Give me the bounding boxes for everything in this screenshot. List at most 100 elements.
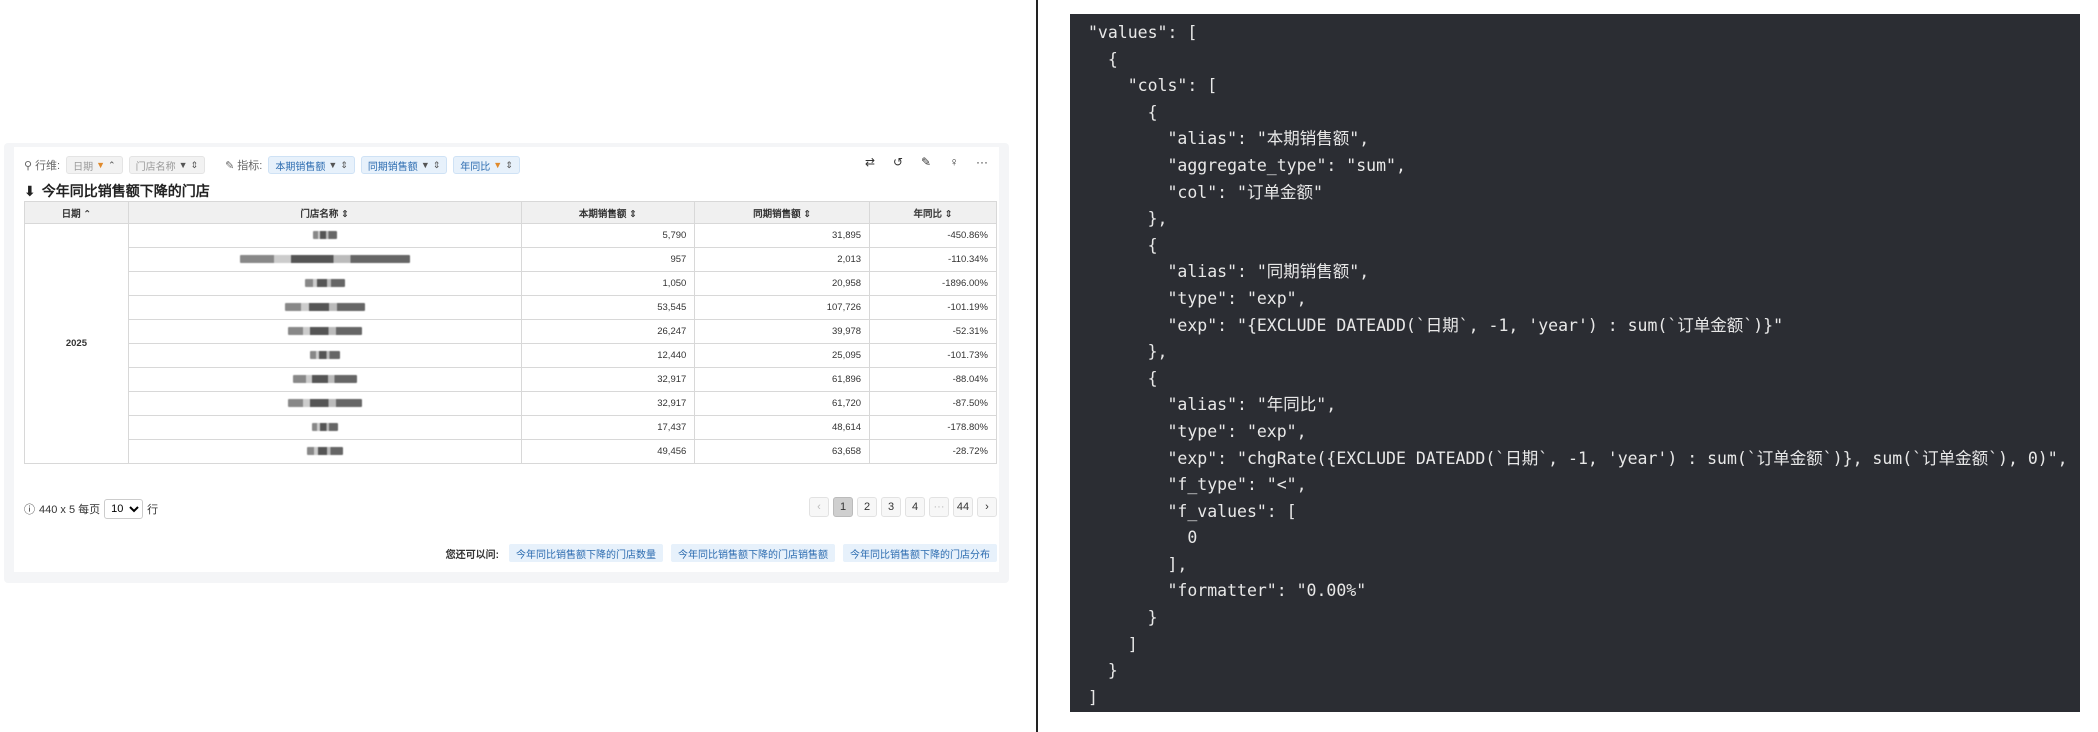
page-button-2[interactable]: 2 (857, 497, 877, 517)
page-button-44[interactable]: 44 (953, 497, 973, 517)
store-name-redacted (127, 367, 522, 392)
report-panel: ⚲ 行维: 日期 ▼ ⌃ 门店名称 ▼ ⇕ ✎ 指标: 本期销售额 ▼ ⇕ 同期… (0, 0, 1036, 732)
code-line: { (1088, 368, 1158, 388)
report-card: ⚲ 行维: 日期 ▼ ⌃ 门店名称 ▼ ⇕ ✎ 指标: 本期销售额 ▼ ⇕ 同期… (4, 143, 1009, 583)
header-previous-sales[interactable]: 同期销售额 ⇕ (694, 201, 871, 224)
metric-chip-yoy[interactable]: 年同比 ▼ ⇕ (453, 156, 520, 174)
code-line: "f_values": [ (1088, 501, 1297, 521)
sort-asc-icon[interactable]: ⌃ (108, 160, 116, 171)
suggestion-link[interactable]: 今年同比销售额下降的门店销售额 (671, 544, 835, 562)
current-sales-cell: 32,917 (520, 367, 696, 392)
previous-sales-cell: 39,978 (694, 319, 871, 344)
header-store[interactable]: 门店名称 ⇕ (127, 201, 522, 224)
filter-icon[interactable]: ▼ (421, 160, 430, 170)
yoy-cell: -88.04% (869, 367, 997, 392)
filter-icon[interactable]: ▼ (179, 160, 188, 170)
dimension-toolbar: ⚲ 行维: 日期 ▼ ⌃ 门店名称 ▼ ⇕ ✎ 指标: 本期销售额 ▼ ⇕ 同期… (24, 155, 526, 175)
code-line: ] (1088, 687, 1098, 707)
suggestion-link[interactable]: 今年同比销售额下降的门店分布 (843, 544, 997, 562)
table-row: 957 2,013 -110.34% (25, 247, 997, 272)
store-name-redacted (127, 271, 522, 296)
yoy-cell: -178.80% (869, 415, 997, 440)
current-sales-cell: 5,790 (520, 223, 696, 248)
more-icon[interactable]: ··· (975, 155, 989, 169)
code-line: "type": "exp", (1088, 288, 1307, 308)
yoy-cell: -1896.00% (869, 271, 997, 296)
code-line: ], (1088, 554, 1188, 574)
page-ellipsis[interactable]: ··· (929, 497, 949, 517)
prev-page-button[interactable]: ‹ (809, 497, 829, 517)
metric-chip-previous-sales[interactable]: 同期销售额 ▼ ⇕ (360, 156, 448, 174)
header-yoy[interactable]: 年同比 ⇕ (869, 201, 997, 224)
yoy-cell: -52.31% (869, 319, 997, 344)
code-line: }, (1088, 342, 1168, 362)
yoy-cell: -110.34% (869, 247, 997, 272)
person-icon: ⚲ (24, 159, 33, 172)
table-row: 53,545 107,726 -101.19% (25, 295, 997, 320)
refresh-icon[interactable]: ↺ (891, 155, 905, 169)
previous-sales-cell: 61,896 (694, 367, 871, 392)
previous-sales-cell: 107,726 (694, 295, 871, 320)
page-button-4[interactable]: 4 (905, 497, 925, 517)
code-line: } (1088, 608, 1158, 628)
table-row: 49,456 63,658 -28.72% (25, 439, 997, 464)
code-line: 0 (1088, 528, 1198, 548)
metric-chip-current-sales[interactable]: 本期销售额 ▼ ⇕ (268, 156, 355, 174)
header-current-sales[interactable]: 本期销售额 ⇕ (520, 201, 696, 224)
table-row: 26,247 39,978 -52.31% (25, 319, 997, 344)
page-button-3[interactable]: 3 (881, 497, 901, 517)
store-name-redacted (127, 295, 522, 320)
code-line: } (1088, 661, 1118, 681)
yoy-cell: -87.50% (869, 391, 997, 416)
bulb-icon[interactable]: ♀ (947, 155, 961, 169)
previous-sales-cell: 2,013 (694, 247, 871, 272)
panel-divider (1036, 0, 1038, 732)
code-line: "values": [ (1088, 23, 1198, 42)
yoy-cell: -101.19% (869, 295, 997, 320)
report-tools: ⇄ ↺ ✎ ♀ ··· (863, 155, 989, 169)
current-sales-cell: 17,437 (520, 415, 696, 440)
shuffle-icon[interactable]: ⇄ (863, 155, 877, 169)
table-row: 32,917 61,896 -88.04% (25, 367, 997, 392)
previous-sales-cell: 20,958 (694, 271, 871, 296)
code-line: "col": "订单金额" (1088, 182, 1323, 202)
previous-sales-cell: 48,614 (694, 415, 871, 440)
suggestion-link[interactable]: 今年同比销售额下降的门店数量 (509, 544, 663, 562)
edit-icon[interactable]: ✎ (919, 155, 933, 169)
sort-icon[interactable]: ⇕ (505, 160, 513, 171)
current-sales-cell: 1,050 (520, 271, 696, 296)
row-dimension-label: ⚲ 行维: (24, 159, 61, 173)
sort-icon[interactable]: ⇕ (340, 160, 348, 171)
sort-icon[interactable]: ⇕ (433, 160, 441, 171)
sort-icon[interactable]: ⇕ (191, 160, 199, 171)
report-title: ⬇ 今年同比销售额下降的门店 (24, 182, 210, 200)
table-header-row: 日期 ⌃ 门店名称 ⇕ 本期销售额 ⇕ 同期销售额 ⇕ 年同比 ⇕ (24, 201, 997, 224)
next-page-button[interactable]: › (977, 497, 997, 517)
data-table: 日期 ⌃ 门店名称 ⇕ 本期销售额 ⇕ 同期销售额 ⇕ 年同比 ⇕ 2025 5… (24, 201, 997, 464)
header-date[interactable]: 日期 ⌃ (24, 201, 129, 224)
row-chip-date[interactable]: 日期 ▼ ⌃ (66, 156, 123, 174)
filter-icon[interactable]: ▼ (96, 160, 105, 170)
code-line: { (1088, 102, 1158, 122)
code-line: { (1088, 235, 1158, 255)
table-row: 1,050 20,958 -1896.00% (25, 271, 997, 296)
current-sales-cell: 32,917 (520, 391, 696, 416)
table-row: 12,440 25,095 -101.73% (25, 343, 997, 368)
store-name-redacted (127, 247, 522, 272)
code-line: }, (1088, 209, 1168, 229)
current-sales-cell: 26,247 (520, 319, 696, 344)
page-button-1[interactable]: 1 (833, 497, 853, 517)
metric-label: ✎ 指标: (225, 159, 263, 173)
pagination-summary: ⓘ 440 x 5 每页 10 行 (24, 499, 158, 519)
filter-icon[interactable]: ▼ (328, 160, 337, 170)
code-line: "type": "exp", (1088, 421, 1307, 441)
report-body: ⚲ 行维: 日期 ▼ ⌃ 门店名称 ▼ ⇕ ✎ 指标: 本期销售额 ▼ ⇕ 同期… (14, 147, 999, 572)
yoy-cell: -101.73% (869, 343, 997, 368)
download-icon[interactable]: ⬇ (24, 183, 36, 200)
suggested-questions: 您还可以问: 今年同比销售额下降的门店数量 今年同比销售额下降的门店销售额 今年… (446, 544, 997, 562)
filter-icon[interactable]: ▼ (493, 160, 502, 170)
row-chip-store[interactable]: 门店名称 ▼ ⇕ (128, 156, 206, 174)
table-row: 17,437 48,614 -178.80% (25, 415, 997, 440)
page-size-select[interactable]: 10 (104, 499, 144, 519)
previous-sales-cell: 25,095 (694, 343, 871, 368)
